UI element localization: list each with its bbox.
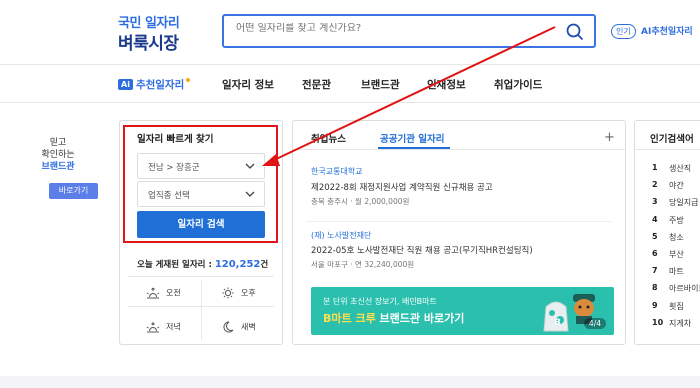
popular-rank: 3 [652,197,658,207]
today-number: 120,252 [214,259,261,270]
banner-pagination[interactable]: 4/4 [583,318,606,329]
popular-rank: 1 [652,163,658,172]
today-count: 오늘 게재된 일자리 : 120,252건 [137,258,268,270]
news-divider [306,221,612,222]
job-meta: 서울 마포구 · 연 32,240,000원 [311,260,415,269]
nav-item-label: 추천일자리 [135,79,185,91]
popular-badge: 인기 [611,24,636,39]
popular-term[interactable]: 부산 [669,249,684,260]
annotation-highlight-box [123,125,278,243]
popular-rank: 9 [652,300,658,310]
popular-term[interactable]: 횟집 [669,301,684,312]
brand-promo: 믿고 확인하는 브랜드관 [28,137,88,173]
footer-band [0,376,700,388]
banner-subtitle: 분 단위 초신선 장보기, 배민B마트 [323,297,437,306]
time-label: 오후 [241,288,256,298]
ai-recommend-link[interactable]: AI추천일자리 [641,24,693,37]
today-label: 오늘 게재된 일자리 : [137,260,212,270]
brand-promo-line2: 확인하는 [41,150,75,160]
tab-public-jobs[interactable]: 공공기관 일자리 [380,131,445,145]
popular-divider [635,149,700,150]
nav-item-recommended[interactable]: Ai 추천일자리 [118,77,191,92]
popular-term[interactable]: 주방 [669,215,684,226]
nav-item-specialty[interactable]: 전문관 [302,77,331,92]
banner-title: B마트 크루 브랜드관 바로가기 [323,310,464,326]
banner-title-highlight: B마트 크루 [323,312,376,325]
time-label: 오전 [166,288,181,298]
popular-term[interactable]: 생산직 [669,163,691,174]
sunrise-icon [146,287,160,299]
shopping-bag-icon: B [543,301,569,332]
time-label: 새벽 [241,322,256,332]
job-meta: 충북 충주시 · 월 2,000,000원 [311,197,410,206]
popular-search-title: 인기검색어 [650,134,694,145]
sun-icon [222,287,234,299]
popular-rank: 2 [652,180,658,190]
time-grid-divider-v [201,280,202,340]
search-input[interactable] [236,23,556,34]
nav-item-brand[interactable]: 브랜드관 [361,77,400,92]
popular-rank: 5 [652,231,658,241]
job-org[interactable]: (재) 노사발전재단 [311,230,371,241]
popular-term[interactable]: 청소 [669,232,684,243]
time-dawn[interactable]: 새벽 [220,321,256,333]
logo-main-text[interactable]: 벼룩시장 [118,29,179,54]
active-tab-indicator [378,147,450,149]
nav-item-talent[interactable]: 인재정보 [427,77,466,92]
job-org[interactable]: 한국교통대학교 [311,166,363,177]
time-label: 저녁 [166,322,181,332]
tab-job-news[interactable]: 취업뉴스 [311,131,346,145]
popular-term[interactable]: 당일지급 [669,197,698,208]
popular-term[interactable]: 야간 [669,180,684,191]
popular-rank: 8 [652,283,658,293]
plus-icon[interactable]: + [604,130,615,145]
banner-title-rest: 브랜드관 바로가기 [375,312,465,325]
today-unit: 건 [260,260,269,270]
popular-term[interactable]: 마트 [669,266,684,277]
gnb-top-divider [0,64,700,65]
job-title[interactable]: 제2022-8회 재정지원사업 계약직원 신규채용 공고 [311,181,493,193]
time-grid-divider-top [128,276,274,277]
brand-promo-line3: 브랜드관 [41,162,75,172]
search-box[interactable] [222,14,596,48]
popular-rank: 10 [652,317,664,327]
nav-item-career-guide[interactable]: 취업가이드 [494,77,542,92]
brand-go-button[interactable]: 바로가기 [49,183,98,199]
job-title[interactable]: 2022-05호 노사발전재단 직원 채용 공고(무기직HR컨설팅직) [311,244,533,256]
ai-icon: Ai [118,79,133,90]
search-icon[interactable] [566,23,584,41]
svg-text:B: B [554,318,561,328]
tab-divider [293,149,625,150]
popular-term[interactable]: 아르바이트 [669,283,700,294]
popular-search-panel [634,120,700,345]
moon-icon [223,321,234,333]
brand-promo-line1: 믿고 [49,138,67,148]
new-dot-icon [186,78,191,82]
bmart-banner[interactable]: 분 단위 초신선 장보기, 배민B마트 B마트 크루 브랜드관 바로가기 B 4… [311,287,614,335]
popular-rank: 7 [652,266,658,276]
nav-item-job-info[interactable]: 일자리 정보 [222,77,274,92]
sunset-icon [146,322,160,333]
time-evening[interactable]: 저녁 [145,321,181,333]
gnb-bottom-divider [0,102,700,103]
popular-term[interactable]: 지게차 [669,318,691,329]
time-afternoon[interactable]: 오후 [220,287,256,299]
popular-rank: 6 [652,249,658,258]
popular-rank: 4 [652,214,658,224]
time-morning[interactable]: 오전 [145,287,181,299]
